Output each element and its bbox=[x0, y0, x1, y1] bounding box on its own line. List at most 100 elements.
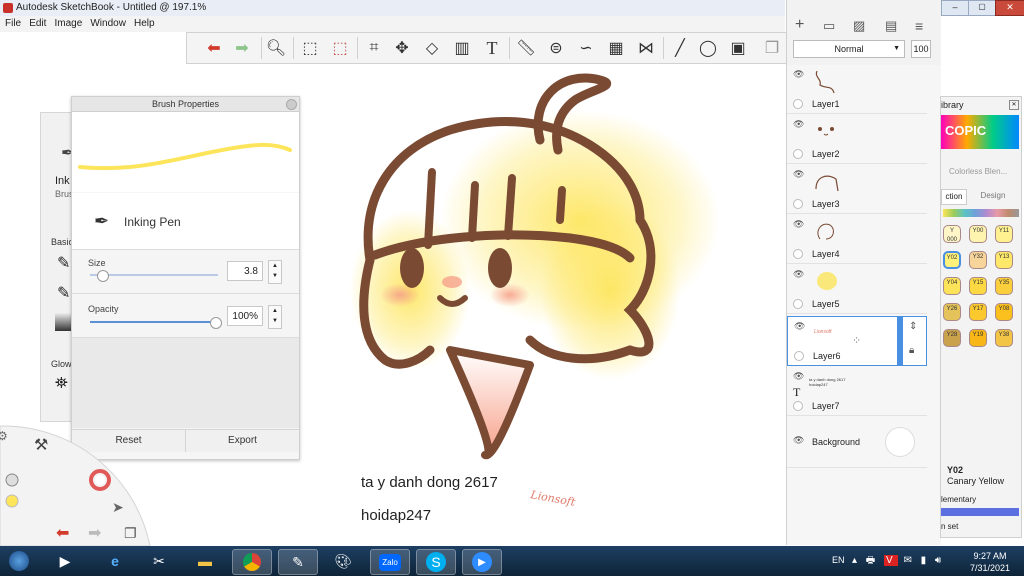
folder-icon[interactable]: ▭ bbox=[823, 18, 835, 34]
minimize-button[interactable]: – bbox=[941, 0, 969, 16]
copic-swatch[interactable]: Y28 bbox=[943, 329, 961, 347]
symmetry-icon[interactable]: ▥ bbox=[451, 37, 473, 59]
visibility-eye-icon[interactable]: 👁︎ bbox=[793, 371, 804, 382]
zalo-icon[interactable]: Zalo bbox=[370, 549, 410, 575]
system-clock[interactable]: 9:27 AM 7/31/2021 bbox=[960, 550, 1020, 574]
colorless-blender[interactable]: Colorless Blen... bbox=[949, 167, 1007, 176]
copic-swatch[interactable]: Y38 bbox=[995, 329, 1013, 347]
chrome-icon[interactable] bbox=[232, 549, 272, 575]
size-value-field[interactable]: 3.8 bbox=[227, 261, 263, 281]
undo-icon[interactable]: ⬅ bbox=[203, 37, 225, 59]
lagoon-redo-icon[interactable]: ➡ bbox=[88, 523, 101, 542]
layer-select-dot[interactable] bbox=[793, 99, 803, 109]
layer-select-dot[interactable] bbox=[793, 149, 803, 159]
menu-edit[interactable]: Edit bbox=[29, 18, 46, 29]
layer-row-background[interactable]: 👁︎ Background bbox=[787, 417, 927, 468]
bucket-icon[interactable]: ▤ bbox=[885, 18, 897, 34]
copic-swatch[interactable]: Y19 bbox=[969, 329, 987, 347]
zoom-icon[interactable]: 🔍︎ bbox=[265, 37, 287, 59]
menu-file[interactable]: File bbox=[5, 18, 21, 29]
copic-swatch[interactable]: Y04 bbox=[943, 277, 961, 295]
layer-row-6[interactable]: 👁︎ Lionsoft ⁘ Layer6 bbox=[787, 316, 927, 366]
skype-icon[interactable]: S bbox=[416, 549, 456, 575]
lagoon-undo-icon[interactable]: ⬅ bbox=[56, 523, 69, 542]
visibility-eye-icon[interactable]: 👁︎ bbox=[793, 119, 804, 130]
layer-row-1[interactable]: 👁︎ Layer1 bbox=[787, 65, 927, 114]
marker-brush-icon[interactable]: ✎ bbox=[57, 283, 70, 303]
menu-window[interactable]: Window bbox=[90, 18, 126, 29]
add-layer-icon[interactable]: + bbox=[795, 16, 804, 34]
language-indicator[interactable]: EN bbox=[832, 555, 845, 565]
layer-row-4[interactable]: 👁︎ Layer4 bbox=[787, 215, 927, 264]
menu-help[interactable]: Help bbox=[134, 18, 155, 29]
blend-mode-select[interactable]: Normal ▼ bbox=[793, 40, 905, 58]
tools-icon[interactable]: ⚒ bbox=[34, 435, 48, 454]
image-icon[interactable]: ▨ bbox=[853, 18, 865, 34]
maximize-button[interactable]: ▢ bbox=[968, 0, 996, 16]
stroke-icon[interactable]: ╱ bbox=[669, 37, 691, 59]
close-button[interactable]: ✕ bbox=[995, 0, 1024, 16]
sketchbook-icon[interactable]: ✎ bbox=[278, 549, 318, 575]
opacity-slider-track[interactable] bbox=[90, 321, 218, 323]
copic-swatch[interactable]: Y32 bbox=[969, 251, 987, 269]
start-icon[interactable] bbox=[4, 549, 34, 573]
copic-swatch[interactable]: Y00 bbox=[969, 225, 987, 243]
copic-swatch[interactable]: Y26 bbox=[943, 303, 961, 321]
tray-icons[interactable]: ▴ 🖶 V ✉ ▮ 🔊︎ bbox=[852, 553, 944, 570]
pencil-brush-icon[interactable]: ✎ bbox=[57, 253, 70, 273]
visibility-eye-icon[interactable]: 👁︎ bbox=[793, 69, 804, 80]
copic-swatch[interactable]: Y15 bbox=[969, 277, 987, 295]
ruler-icon[interactable]: 📏︎ bbox=[515, 37, 537, 59]
menu-image[interactable]: Image bbox=[54, 18, 82, 29]
visibility-eye-icon[interactable]: 👁︎ bbox=[793, 219, 804, 230]
copic-close-icon[interactable]: ✕ bbox=[1009, 100, 1019, 110]
layer-row-3[interactable]: 👁︎ Layer3 bbox=[787, 165, 927, 214]
layer-reorder-icon[interactable]: ⇕ bbox=[909, 321, 917, 332]
copic-swatch[interactable]: Y13 bbox=[995, 251, 1013, 269]
layer-select-dot[interactable] bbox=[793, 199, 803, 209]
layer-select-dot[interactable] bbox=[794, 351, 804, 361]
distort-icon[interactable]: ✥ bbox=[391, 37, 413, 59]
layer-menu-icon[interactable]: ≡ bbox=[915, 18, 923, 34]
visibility-eye-icon[interactable]: 👁︎ bbox=[793, 269, 804, 280]
tab-collection[interactable]: ction bbox=[941, 189, 967, 205]
layer-select-dot[interactable] bbox=[793, 249, 803, 259]
drawing-canvas[interactable]: Lionsoft bbox=[300, 60, 780, 540]
copic-swatch[interactable]: Y17 bbox=[969, 303, 987, 321]
ie-icon[interactable]: e bbox=[96, 549, 134, 573]
tab-design[interactable]: Design bbox=[967, 189, 1019, 203]
size-slider-track[interactable] bbox=[90, 274, 218, 276]
layer-opacity-field[interactable]: 100 bbox=[911, 40, 931, 58]
set-label[interactable]: n set bbox=[941, 522, 958, 531]
zoom-app-icon[interactable]: ▶ bbox=[462, 549, 502, 575]
circle-icon[interactable]: ◯ bbox=[697, 37, 719, 59]
glow-brush-icon[interactable]: ⛯ bbox=[55, 375, 68, 393]
snipping-tool-icon[interactable]: ✂ bbox=[140, 549, 178, 573]
media-player-icon[interactable]: ▶ bbox=[46, 549, 84, 573]
copic-swatch[interactable]: Y08 bbox=[995, 303, 1013, 321]
layer-row-7[interactable]: 👁︎ T ta y danh dong 2617 hoidap247 Layer… bbox=[787, 367, 927, 416]
export-button[interactable]: Export bbox=[186, 429, 299, 452]
color-family-bar[interactable] bbox=[943, 209, 1019, 217]
symmetry-x-icon[interactable]: ⋈ bbox=[635, 37, 657, 59]
color-puck-icon[interactable] bbox=[5, 494, 19, 508]
layer-select-dot[interactable] bbox=[793, 401, 803, 411]
layers-copy-icon[interactable]: ❐ bbox=[124, 526, 137, 542]
ellipse-guide-icon[interactable]: ⊜ bbox=[545, 37, 567, 59]
layer-select-dot[interactable] bbox=[793, 299, 803, 309]
opacity-stepper[interactable]: ▲ ▼ bbox=[268, 305, 282, 329]
size-slider-knob[interactable] bbox=[97, 270, 110, 282]
french-curve-icon[interactable]: ∽ bbox=[575, 37, 597, 59]
explorer-icon[interactable]: ▬ bbox=[186, 549, 224, 573]
transform-select-icon[interactable]: ⬚ bbox=[329, 37, 351, 59]
layer-row-2[interactable]: 👁︎ Layer2 bbox=[787, 115, 927, 164]
size-stepper[interactable]: ▲ ▼ bbox=[268, 260, 282, 284]
redo-icon[interactable]: ➡ bbox=[231, 37, 253, 59]
copic-swatch[interactable]: Y02 bbox=[943, 251, 961, 269]
visibility-eye-icon[interactable]: 👁︎ bbox=[793, 169, 804, 180]
paint-icon[interactable]: 🎨︎ bbox=[324, 549, 362, 573]
background-color-swatch[interactable] bbox=[885, 427, 915, 457]
copic-swatch[interactable]: Y 000 bbox=[943, 225, 961, 243]
settings-gear-icon[interactable]: ⚙ bbox=[0, 429, 8, 443]
selection-icon[interactable]: ⬚ bbox=[299, 37, 321, 59]
